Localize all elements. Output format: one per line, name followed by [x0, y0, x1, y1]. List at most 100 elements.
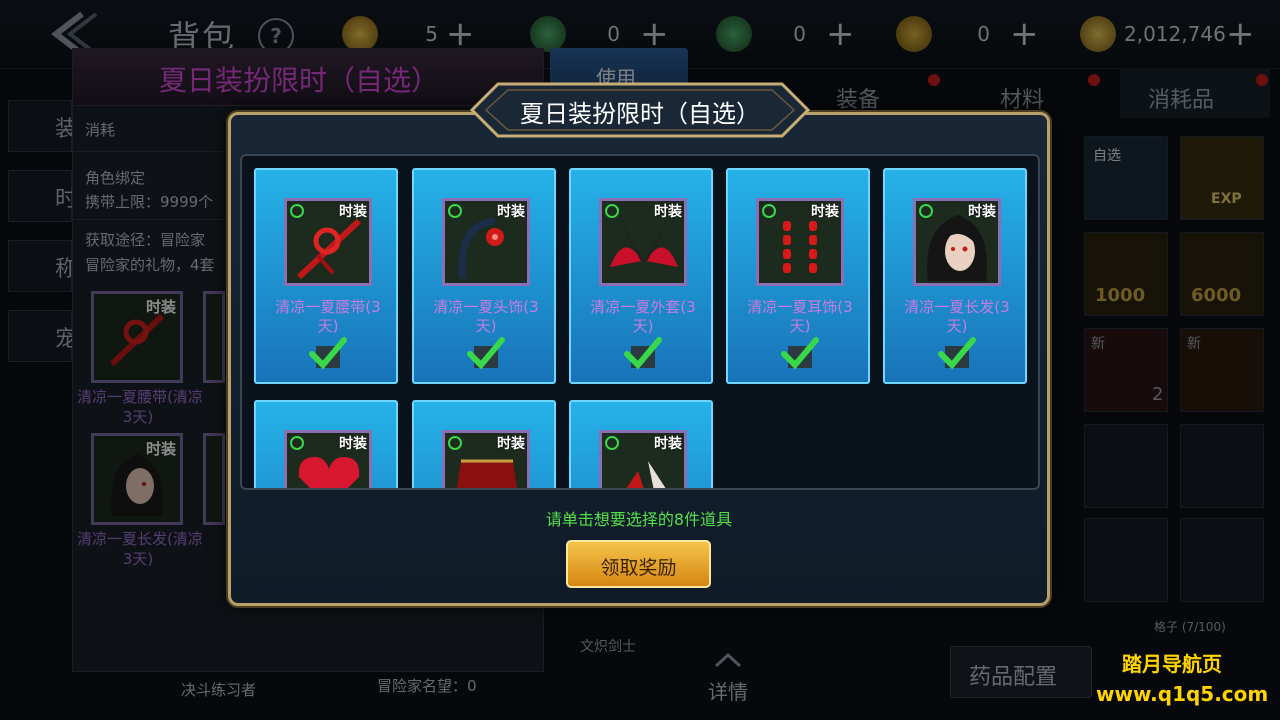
- content-item-belt[interactable]: 时装: [91, 291, 183, 383]
- reward-card-name: 清凉一夏腰带(3 天): [275, 298, 381, 335]
- claim-reward-button[interactable]: 领取奖励: [566, 540, 711, 588]
- item-type: 消耗: [85, 121, 116, 139]
- currency-coin: 0 +: [896, 14, 1056, 54]
- currency-value: 5: [425, 22, 438, 46]
- content-item-name: 清凉一夏长发(清凉: [77, 530, 203, 548]
- red-belt-icon: [296, 218, 362, 280]
- notification-dot: [1256, 74, 1268, 86]
- reward-card-name: 清凉一夏耳饰(3 天): [747, 298, 853, 335]
- dialog-title-plate: 夏日装扮限时（自选）: [468, 80, 812, 140]
- class-label: 决斗练习者: [181, 681, 257, 699]
- reward-card-top[interactable]: 时装 清凉一夏外套(3 天): [569, 168, 713, 384]
- inventory-slot[interactable]: [1084, 424, 1168, 508]
- detail-label: 详情: [708, 680, 748, 704]
- tab-consumables[interactable]: 消耗品: [1120, 68, 1270, 118]
- inventory-slot[interactable]: [1084, 518, 1168, 602]
- inventory-slot[interactable]: 6000: [1180, 232, 1264, 316]
- inventory-slot[interactable]: 1000: [1084, 232, 1168, 316]
- inventory-slot[interactable]: 新: [1180, 328, 1264, 412]
- tab-materials[interactable]: 材料: [1000, 68, 1110, 118]
- side-tab-pet[interactable]: 宠: [8, 310, 77, 362]
- green-gem-icon: [716, 16, 752, 52]
- reward-card-shoes[interactable]: 时装: [569, 400, 713, 488]
- inventory-slot[interactable]: EXP: [1180, 136, 1264, 220]
- claim-reward-label: 领取奖励: [600, 557, 677, 579]
- check-icon: [781, 337, 819, 370]
- timed-icon: [290, 436, 304, 450]
- tab-label: 装备: [836, 88, 881, 113]
- item-frame: 时装: [756, 198, 844, 286]
- side-tab-equip[interactable]: 装: [8, 100, 77, 152]
- timed-icon: [605, 204, 619, 218]
- source-line-1: 获取途径：冒险家: [85, 231, 206, 249]
- bind-status: 角色绑定: [85, 169, 146, 187]
- timed-icon: [762, 204, 776, 218]
- currency-value: 0: [607, 22, 620, 46]
- item-frame: 时装: [442, 198, 530, 286]
- tab-equipment[interactable]: 装备: [836, 68, 946, 118]
- carry-limit: 携带上限：9999个: [85, 193, 214, 211]
- watermark-title: 踏月导航页: [1122, 652, 1222, 676]
- bikini-top-icon: [610, 226, 678, 267]
- tab-label: 材料: [1000, 88, 1045, 113]
- content-item-partial[interactable]: [203, 291, 225, 383]
- reward-card-belt[interactable]: 时装 清凉一夏腰带(3 天): [254, 168, 398, 384]
- currency-gold: 2,012,746 +: [1080, 14, 1270, 54]
- content-item-name-cont: 3天): [122, 550, 154, 568]
- reward-card-heart-top[interactable]: 时装: [254, 400, 398, 488]
- coin-amount: 1000: [1095, 285, 1146, 306]
- dialog-title: 夏日装扮限时（自选）: [520, 100, 760, 128]
- earrings-icon: [783, 221, 817, 273]
- timed-icon: [605, 436, 619, 450]
- drug-config-button[interactable]: 药品配置: [950, 646, 1092, 698]
- selection-hint: 请单击想要选择的8件道具: [545, 510, 733, 529]
- green-gem-icon: [530, 16, 566, 52]
- fashion-tag: 时装: [497, 436, 525, 452]
- currency-value: 0: [793, 22, 806, 46]
- red-heart-top-icon: [298, 457, 360, 488]
- new-badge: 新: [1187, 336, 1201, 352]
- item-frame: 时装: [599, 430, 687, 488]
- capacity-label: 格子 (7/100): [1154, 620, 1226, 634]
- coin-amount: 6000: [1191, 285, 1242, 306]
- item-info-title: 夏日装扮限时（自选）: [159, 64, 440, 97]
- inventory-slot[interactable]: 自选: [1084, 136, 1168, 220]
- item-frame: 时装: [284, 430, 372, 488]
- reward-card-name: 清凉一夏头饰(3 天): [433, 298, 539, 335]
- reward-card-skirt[interactable]: 时装: [412, 400, 556, 488]
- long-hair-icon: [927, 215, 987, 281]
- add-currency-button[interactable]: +: [1010, 14, 1039, 54]
- content-item-name-cont: 3天): [122, 408, 154, 426]
- currency-value: 2,012,746: [1124, 22, 1226, 46]
- fashion-tag: 时装: [339, 436, 367, 452]
- coin-icon: [896, 16, 932, 52]
- inventory-slot[interactable]: [1180, 518, 1264, 602]
- source-line-2: 冒险家的礼物，4套: [85, 256, 215, 274]
- item-frame: 时装: [284, 198, 372, 286]
- content-item-hair[interactable]: 时装: [91, 433, 183, 525]
- stack-count: 2: [1152, 384, 1164, 405]
- reward-card-hair[interactable]: 时装 清凉一夏长发(3 天): [883, 168, 1027, 384]
- chevron-up-icon: [714, 652, 742, 668]
- reward-card-name: 清凉一夏长发(3 天): [904, 298, 1010, 335]
- character-class: 文炽剑士: [580, 639, 636, 655]
- add-currency-button[interactable]: +: [1226, 14, 1255, 54]
- check-icon: [467, 337, 505, 370]
- detail-button[interactable]: 详情: [706, 652, 750, 704]
- reward-card-headband[interactable]: 时装 清凉一夏头饰(3 天): [412, 168, 556, 384]
- inventory-slot[interactable]: [1180, 424, 1264, 508]
- side-tab-title[interactable]: 称: [8, 240, 77, 292]
- tab-label: 消耗品: [1148, 88, 1215, 113]
- item-frame: 时装: [442, 430, 530, 488]
- side-tab-fashion[interactable]: 时: [8, 170, 77, 222]
- drug-config-label: 药品配置: [969, 665, 1058, 690]
- item-frame: 时装: [599, 198, 687, 286]
- red-shoes-icon: [626, 461, 666, 488]
- reward-card-earrings[interactable]: 时装 清凉一夏耳饰(3 天): [726, 168, 870, 384]
- reward-card-name: 清凉一夏外套(3 天): [590, 298, 696, 335]
- check-icon: [624, 337, 662, 370]
- long-hair-icon: [111, 454, 163, 516]
- add-currency-button[interactable]: +: [826, 14, 855, 54]
- gold-coins-icon: [1080, 16, 1116, 52]
- content-item-partial[interactable]: [203, 433, 225, 525]
